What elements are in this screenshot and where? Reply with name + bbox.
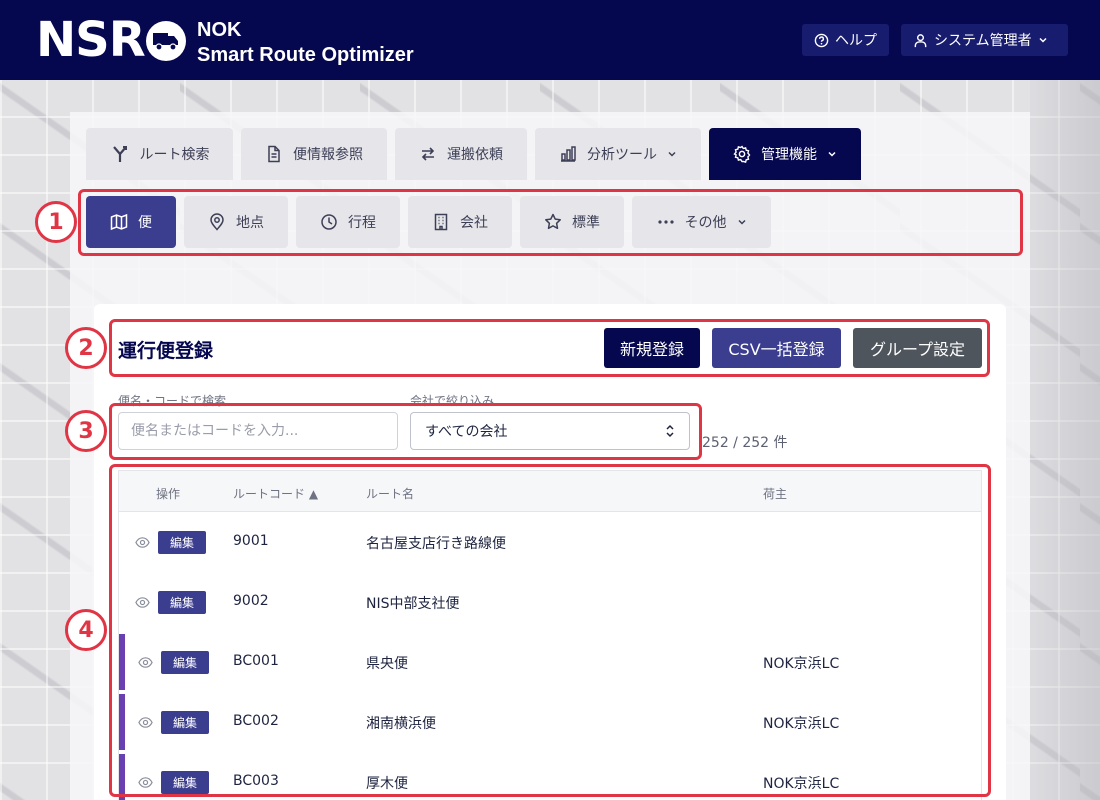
tab-label: 管理機能 bbox=[761, 147, 817, 163]
chevron-down-icon bbox=[828, 151, 836, 157]
tab-flight-info[interactable]: 便情報参照 bbox=[241, 128, 387, 180]
tab-label: ルート検索 bbox=[139, 147, 210, 163]
document-icon bbox=[268, 145, 280, 163]
help-label: ヘルプ bbox=[835, 33, 877, 49]
route-icon bbox=[112, 146, 127, 162]
brand-name: NOK Smart Route Optimizer bbox=[197, 18, 414, 68]
tab-label: 分析ツール bbox=[587, 147, 657, 163]
bar-chart-icon bbox=[561, 146, 576, 162]
truck-icon bbox=[145, 21, 186, 61]
annotation-box-4 bbox=[109, 464, 991, 797]
annotation-box-1 bbox=[78, 189, 1023, 256]
annotation-number-2: 2 bbox=[65, 327, 107, 369]
tab-route-search[interactable]: ルート検索 bbox=[86, 128, 233, 180]
tab-label: 便情報参照 bbox=[293, 147, 363, 163]
nsro-logo: NSR bbox=[36, 16, 186, 64]
chevron-down-icon bbox=[1039, 37, 1047, 43]
map-shade bbox=[1030, 80, 1100, 800]
annotation-box-3 bbox=[109, 403, 702, 460]
annotation-box-2 bbox=[109, 319, 990, 377]
user-label: システム管理者 bbox=[934, 33, 1032, 49]
main-tabs: ルート検索 便情報参照 運搬依頼 分析ツール 管理機能 bbox=[86, 128, 861, 180]
annotation-number-4: 4 bbox=[65, 609, 107, 651]
help-button[interactable]: ヘルプ bbox=[802, 24, 889, 56]
swap-icon bbox=[421, 147, 435, 161]
tab-admin[interactable]: 管理機能 bbox=[709, 128, 861, 180]
gear-icon bbox=[733, 145, 751, 163]
chevron-down-icon bbox=[668, 151, 676, 157]
result-count: 252 / 252 件 bbox=[702, 435, 788, 451]
tab-label: 運搬依頼 bbox=[447, 147, 503, 163]
tab-analysis-tools[interactable]: 分析ツール bbox=[535, 128, 701, 180]
user-icon bbox=[914, 33, 927, 47]
tab-transport-request[interactable]: 運搬依頼 bbox=[395, 128, 527, 180]
annotation-number-3: 3 bbox=[65, 410, 107, 452]
user-menu-button[interactable]: システム管理者 bbox=[901, 24, 1068, 56]
annotation-number-1: 1 bbox=[35, 201, 77, 243]
brand-line2: Smart Route Optimizer bbox=[197, 44, 414, 66]
top-navbar: NSR NOK Smart Route Optimizer ヘルプ システム管理… bbox=[0, 0, 1100, 80]
brand-line1: NOK bbox=[197, 19, 242, 41]
help-circle-icon bbox=[814, 33, 829, 47]
